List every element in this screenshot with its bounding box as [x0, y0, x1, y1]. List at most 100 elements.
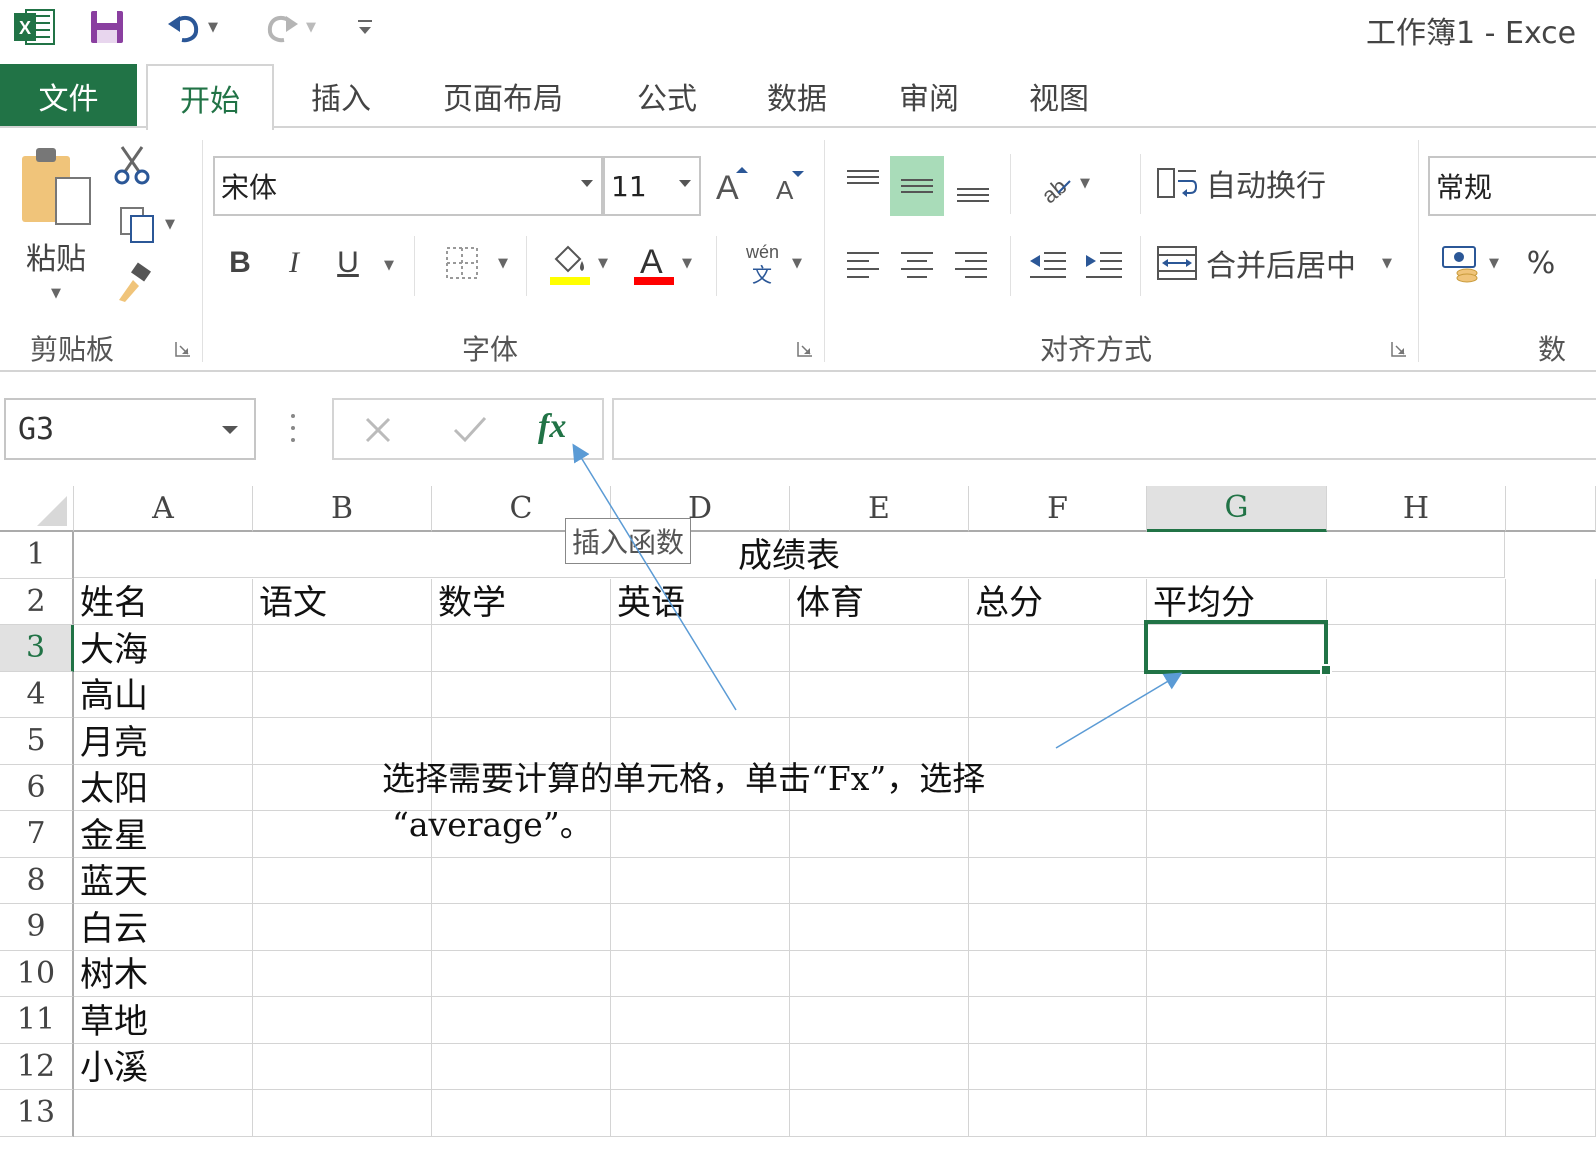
cell[interactable]: [1506, 625, 1596, 672]
cell[interactable]: [432, 857, 611, 904]
cell[interactable]: [1506, 671, 1596, 718]
cell[interactable]: [253, 950, 432, 997]
cell[interactable]: [1147, 764, 1327, 811]
cell[interactable]: [253, 671, 432, 718]
cell[interactable]: [253, 997, 432, 1044]
align-bottom-button[interactable]: [950, 156, 996, 214]
name-cell[interactable]: 金星: [74, 811, 253, 858]
undo-button[interactable]: ▼: [156, 6, 228, 48]
row-header-1[interactable]: 1: [0, 532, 74, 579]
tab-view[interactable]: 视图: [1014, 64, 1104, 128]
italic-button[interactable]: I: [276, 238, 312, 288]
row-header-9[interactable]: 9: [0, 904, 74, 951]
cell[interactable]: [1147, 718, 1327, 765]
chevron-down-icon[interactable]: [222, 426, 238, 434]
cell[interactable]: [790, 625, 969, 672]
tab-review[interactable]: 审阅: [884, 64, 974, 128]
cell[interactable]: [1147, 671, 1327, 718]
format-painter-button[interactable]: [110, 260, 156, 304]
cell[interactable]: [1327, 997, 1506, 1044]
cell[interactable]: [969, 950, 1147, 997]
cell[interactable]: [969, 1043, 1147, 1090]
clipboard-launcher-icon[interactable]: [174, 340, 192, 358]
row-header-7[interactable]: 7: [0, 811, 74, 858]
row-header-11[interactable]: 11: [0, 997, 74, 1044]
save-icon[interactable]: [84, 6, 130, 48]
row-header-3[interactable]: 3: [0, 625, 74, 672]
cell[interactable]: [74, 1090, 253, 1137]
tab-page-layout[interactable]: 页面布局: [428, 64, 578, 128]
font-color-button[interactable]: A ▼: [624, 238, 700, 288]
cell[interactable]: [1147, 1090, 1327, 1137]
cell[interactable]: [969, 1090, 1147, 1137]
cell[interactable]: [611, 857, 790, 904]
active-cell-selection[interactable]: [1144, 620, 1328, 674]
tab-formulas[interactable]: 公式: [622, 64, 712, 128]
shrink-font-button[interactable]: A: [768, 158, 812, 208]
row-header-8[interactable]: 8: [0, 857, 74, 904]
cell[interactable]: [969, 857, 1147, 904]
cell[interactable]: [1147, 904, 1327, 951]
merge-center-button[interactable]: 合并后居中 ▼: [1156, 238, 1404, 288]
tab-home[interactable]: 开始: [146, 64, 274, 130]
cell[interactable]: [432, 671, 611, 718]
fill-handle[interactable]: [1320, 664, 1332, 676]
cell[interactable]: [790, 1090, 969, 1137]
cell[interactable]: [790, 997, 969, 1044]
cell[interactable]: [253, 1090, 432, 1137]
row-header-4[interactable]: 4: [0, 671, 74, 718]
cell[interactable]: [432, 1090, 611, 1137]
copy-button[interactable]: ▼: [106, 202, 186, 246]
grow-font-button[interactable]: A: [712, 158, 756, 208]
name-cell[interactable]: 白云: [74, 904, 253, 951]
check-icon[interactable]: [452, 414, 488, 446]
cell[interactable]: [253, 625, 432, 672]
paste-button[interactable]: 粘贴 ▼: [16, 144, 96, 306]
column-header-f[interactable]: F: [969, 486, 1147, 532]
header-cell[interactable]: 体育: [790, 578, 969, 625]
decrease-indent-button[interactable]: [1024, 238, 1072, 288]
cell[interactable]: [1327, 904, 1506, 951]
cell[interactable]: [1506, 764, 1596, 811]
column-header-b[interactable]: B: [253, 486, 432, 532]
cell[interactable]: [969, 997, 1147, 1044]
header-cell[interactable]: 总分: [969, 578, 1147, 625]
row-header-2[interactable]: 2: [0, 578, 74, 625]
column-header-overflow[interactable]: [1506, 486, 1596, 532]
column-header-g[interactable]: G: [1147, 486, 1327, 532]
cell[interactable]: [1327, 950, 1506, 997]
column-header-e[interactable]: E: [790, 486, 969, 532]
cell[interactable]: [432, 625, 611, 672]
cell[interactable]: [790, 1043, 969, 1090]
orientation-button[interactable]: ab ▼: [1026, 158, 1098, 208]
merged-title-cell[interactable]: 成绩表: [74, 532, 1505, 578]
fill-color-button[interactable]: ▼: [540, 238, 616, 288]
cell[interactable]: [432, 997, 611, 1044]
cell[interactable]: [1327, 578, 1506, 625]
cell[interactable]: [1506, 811, 1596, 858]
header-cell[interactable]: 英语: [611, 578, 790, 625]
bold-button[interactable]: B: [222, 238, 258, 288]
cell[interactable]: [1147, 997, 1327, 1044]
cell[interactable]: [1147, 857, 1327, 904]
cell[interactable]: [611, 625, 790, 672]
cell[interactable]: [1506, 997, 1596, 1044]
cut-button[interactable]: [110, 142, 154, 186]
name-cell[interactable]: 月亮: [74, 718, 253, 765]
number-format-select[interactable]: 常规: [1428, 156, 1596, 216]
cell[interactable]: [611, 671, 790, 718]
cell[interactable]: [1327, 1090, 1506, 1137]
cell[interactable]: [253, 904, 432, 951]
row-header-12[interactable]: 12: [0, 1043, 74, 1090]
select-all-button[interactable]: [0, 486, 74, 532]
wrap-text-button[interactable]: 自动换行: [1156, 158, 1336, 208]
cell[interactable]: [253, 1043, 432, 1090]
customize-toolbar-icon[interactable]: [350, 6, 380, 48]
align-middle-button[interactable]: [890, 156, 944, 216]
underline-button[interactable]: U: [330, 238, 366, 288]
column-header-h[interactable]: H: [1327, 486, 1506, 532]
name-cell[interactable]: 高山: [74, 671, 253, 718]
accounting-format-button[interactable]: ▼: [1432, 238, 1508, 288]
row-header-6[interactable]: 6: [0, 764, 74, 811]
row-header-13[interactable]: 13: [0, 1090, 74, 1137]
